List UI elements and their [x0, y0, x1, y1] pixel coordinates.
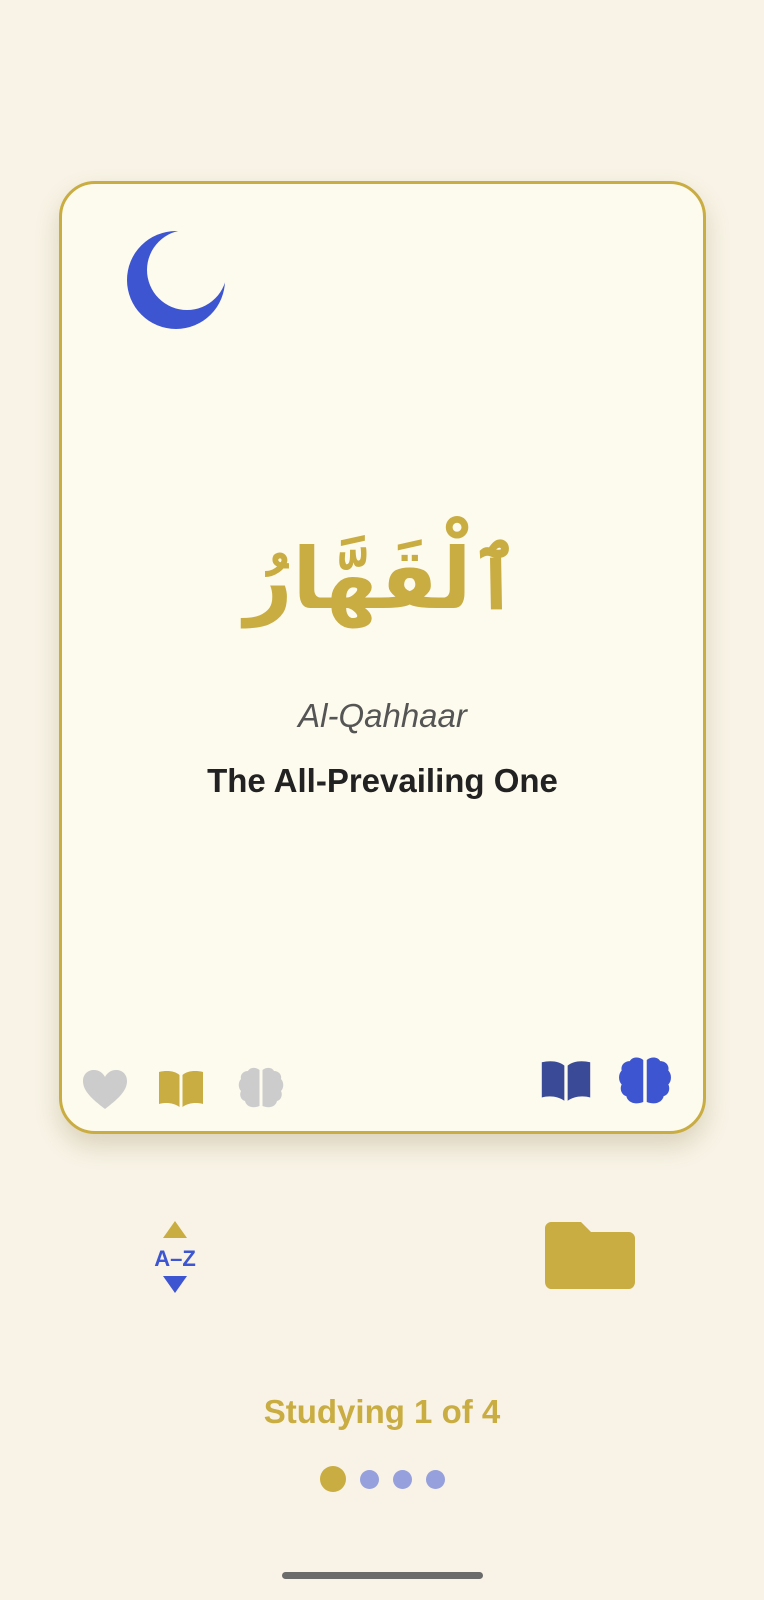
screen: ٱلْقَهَّارُ Al-Qahhaar The All-Prevailin…	[0, 0, 764, 1600]
crescent-moon-icon	[127, 231, 225, 329]
study-progress-text: Studying 1 of 4	[263, 1393, 501, 1430]
heart-icon	[83, 1070, 127, 1109]
open-book-icon	[159, 1071, 203, 1107]
favorite-button[interactable]	[82, 1069, 128, 1111]
open-book-icon	[541, 1061, 591, 1101]
meaning: The All-Prevailing One	[207, 762, 558, 799]
memorize-toggle-button[interactable]	[237, 1066, 285, 1110]
page-dot-2[interactable]	[359, 1469, 379, 1489]
arabic-name: ٱلْقَهَّارُ	[244, 530, 521, 628]
study-mode-read-button[interactable]	[539, 1059, 593, 1103]
folder-icon	[545, 1222, 635, 1289]
read-toggle-button[interactable]	[157, 1069, 205, 1109]
study-mode-memorize-button[interactable]	[617, 1055, 673, 1107]
page-dot-3[interactable]	[392, 1469, 412, 1489]
transliteration: Al-Qahhaar	[298, 697, 467, 734]
page-dot-1[interactable]	[319, 1466, 346, 1492]
sort-button[interactable]: A–Z	[148, 1218, 202, 1300]
sort-az-icon: A–Z	[154, 1221, 196, 1293]
brain-icon	[619, 1057, 671, 1104]
page-dot-4[interactable]	[425, 1469, 445, 1489]
sort-label: A–Z	[154, 1246, 196, 1271]
name-flashcard[interactable]: ٱلْقَهَّارُ Al-Qahhaar The All-Prevailin…	[59, 181, 706, 1134]
page-indicator	[0, 1466, 764, 1492]
folder-button[interactable]	[545, 1220, 635, 1294]
brain-icon	[238, 1067, 284, 1108]
home-indicator[interactable]	[282, 1572, 483, 1579]
